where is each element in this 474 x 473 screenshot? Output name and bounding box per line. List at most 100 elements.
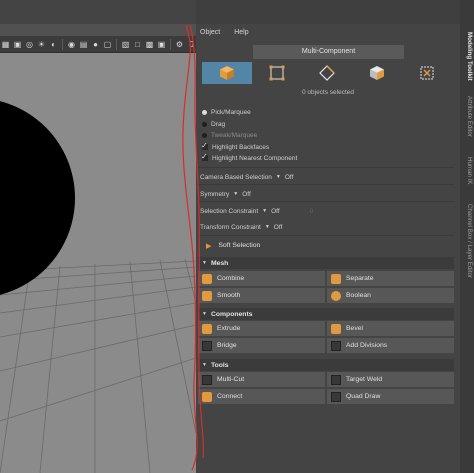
bridge-button[interactable]: Bridge — [198, 338, 325, 353]
viewport[interactable]: ▦ ▣ ◎ ☀ ◐ ◉ ▤ ● ▢ ▧ □ ▩ ▣ ⚙ 0 — [0, 0, 196, 473]
menu-object[interactable]: Object — [200, 29, 220, 36]
panel-top-gap — [196, 0, 460, 24]
checkbox[interactable] — [201, 141, 208, 150]
menu-help[interactable]: Help — [234, 29, 248, 36]
drag-label: Drag — [211, 120, 226, 128]
object-mode-button[interactable] — [202, 62, 252, 84]
edge-diamond-icon — [319, 65, 335, 81]
symmetry-row[interactable]: Symmetry ▼ Off — [200, 188, 251, 200]
tab-channel-box[interactable]: Channel Box / Layer Editor — [461, 204, 473, 278]
hud-icon[interactable]: ▧ — [121, 40, 130, 49]
separate-label: Separate — [346, 275, 374, 282]
face-mode-button[interactable] — [352, 62, 402, 84]
bevel-icon — [331, 323, 341, 334]
shaded-icon[interactable]: ◐ — [49, 40, 58, 49]
boolean-button[interactable]: Boolean — [327, 288, 454, 303]
tab-attribute-editor[interactable]: Attribute Editor — [461, 96, 473, 137]
connect-button[interactable]: Connect — [198, 389, 325, 404]
multi-component-button[interactable]: Multi-Component — [253, 45, 404, 59]
soft-selection-label: Soft Selection — [218, 242, 261, 249]
transform-constraint-value[interactable]: Off — [274, 224, 283, 231]
resolution-gate-icon[interactable]: ▩ — [145, 40, 154, 49]
smooth-icon — [202, 290, 212, 301]
toolbar-divider — [62, 38, 63, 50]
divider — [198, 167, 454, 168]
radio-button[interactable] — [202, 132, 207, 138]
mesh-section-header[interactable]: ▼ Mesh — [198, 257, 454, 269]
highlight-backfaces-label: Highlight Backfaces — [212, 143, 270, 151]
soft-selection-row[interactable]: ▶ Soft Selection — [198, 239, 454, 252]
dropdown-arrow-icon[interactable]: ▼ — [276, 174, 281, 180]
grid-icon[interactable]: ▦ — [1, 40, 10, 49]
combine-label: Combine — [217, 275, 245, 282]
symmetry-value[interactable]: Off — [242, 191, 251, 198]
vertex-square-icon — [269, 65, 285, 81]
tools-section-header[interactable]: ▼ Tools — [198, 359, 454, 371]
settings-icon[interactable]: ⚙ — [175, 40, 184, 49]
radio-button[interactable] — [202, 121, 207, 127]
collapse-arrow-icon[interactable]: ▼ — [202, 260, 207, 266]
separate-button[interactable]: Separate — [327, 271, 454, 286]
texture-icon[interactable]: ▤ — [79, 40, 88, 49]
shadow-icon[interactable]: ● — [91, 40, 100, 49]
multi-cut-button[interactable]: Multi-Cut — [198, 372, 325, 387]
selection-constraint-label: Selection Constraint — [200, 207, 259, 215]
connect-icon — [202, 391, 212, 402]
toolbar-divider — [116, 38, 117, 50]
viewport-toolbar: ▦ ▣ ◎ ☀ ◐ ◉ ▤ ● ▢ ▧ □ ▩ ▣ ⚙ 0 — [0, 36, 196, 53]
edge-mode-button[interactable] — [302, 62, 352, 84]
highlight-backfaces-option[interactable]: Highlight Backfaces — [201, 141, 270, 152]
vertex-mode-button[interactable] — [252, 62, 302, 84]
target-weld-icon — [331, 374, 341, 385]
bevel-button[interactable]: Bevel — [327, 321, 454, 336]
multi-cut-icon — [202, 374, 212, 385]
radio-button[interactable] — [202, 109, 207, 115]
uv-mode-button[interactable] — [402, 62, 452, 84]
extrude-icon — [202, 323, 212, 334]
selected-count: 0 objects selected — [301, 89, 355, 96]
selection-mode-row — [202, 62, 452, 84]
camera-based-value[interactable]: Off — [285, 174, 294, 181]
components-section-label: Components — [210, 310, 253, 318]
boolean-label: Boolean — [346, 292, 371, 299]
smooth-label: Smooth — [217, 292, 241, 299]
tab-modeling-toolkit[interactable]: Modeling Toolkit — [461, 32, 473, 81]
dropdown-arrow-icon[interactable]: ▼ — [262, 208, 267, 214]
camera-based-label: Camera Based Selection — [200, 173, 272, 181]
add-divisions-label: Add Divisions — [346, 342, 388, 349]
collapse-arrow-icon[interactable]: ▼ — [202, 362, 207, 368]
extrude-label: Extrude — [217, 325, 241, 332]
transform-constraint-row[interactable]: Transform Constraint ▼ Off — [200, 221, 282, 233]
panel-zero-icon[interactable]: 0 — [187, 40, 196, 49]
components-section-header[interactable]: ▼ Components — [198, 308, 454, 320]
camera-icon[interactable]: ▣ — [13, 40, 22, 49]
uv-icon — [420, 66, 434, 80]
pick-marquee-option[interactable]: Pick/Marquee — [202, 107, 251, 117]
wireframe-icon[interactable]: ◎ — [25, 40, 34, 49]
combine-button[interactable]: Combine — [198, 271, 325, 286]
isolate-icon[interactable]: ▢ — [103, 40, 112, 49]
dropdown-arrow-icon[interactable]: ▼ — [233, 191, 238, 197]
checkbox[interactable] — [201, 152, 208, 161]
selection-constraint-value[interactable]: Off — [271, 208, 280, 215]
tweak-marquee-option[interactable]: Tweak/Marquee — [202, 130, 257, 140]
drag-option[interactable]: Drag — [202, 119, 225, 129]
collapse-arrow-icon[interactable]: ▼ — [202, 311, 207, 317]
expand-arrow-icon[interactable]: ▶ — [206, 242, 211, 250]
target-weld-button[interactable]: Target Weld — [327, 372, 454, 387]
dropdown-arrow-icon[interactable]: ▼ — [265, 224, 270, 230]
selection-constraint-field[interactable]: 0 — [310, 208, 314, 215]
safe-area-icon[interactable]: ▣ — [157, 40, 166, 49]
smooth-button[interactable]: Smooth — [198, 288, 325, 303]
tab-human-ik[interactable]: Human IK — [461, 157, 473, 185]
light-icon[interactable]: ☀ — [37, 40, 46, 49]
quad-draw-button[interactable]: Quad Draw — [327, 389, 454, 404]
xray-icon[interactable]: ◉ — [67, 40, 76, 49]
camera-based-selection-row[interactable]: Camera Based Selection ▼ Off — [200, 171, 293, 183]
film-gate-icon[interactable]: □ — [133, 40, 142, 49]
extrude-button[interactable]: Extrude — [198, 321, 325, 336]
bevel-label: Bevel — [346, 325, 364, 332]
selection-constraint-row[interactable]: Selection Constraint ▼ Off 0 — [200, 205, 313, 217]
highlight-nearest-option[interactable]: Highlight Nearest Component — [201, 152, 297, 163]
add-divisions-button[interactable]: Add Divisions — [327, 338, 454, 353]
